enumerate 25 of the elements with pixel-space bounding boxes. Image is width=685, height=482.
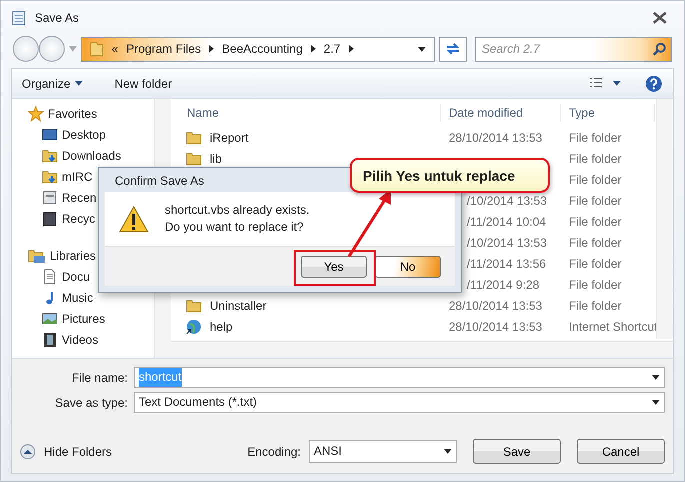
date-modified: /11/2014 13:56 bbox=[467, 256, 546, 270]
file-type: File folder bbox=[569, 236, 622, 250]
date-modified: /11/2014 9:28 bbox=[467, 278, 540, 292]
callout-note: Pilih Yes untuk replace bbox=[350, 158, 550, 193]
field-label: Save as type: bbox=[54, 394, 129, 412]
date-modified: /10/2014 13:53 bbox=[467, 236, 548, 250]
window-title: Save As bbox=[35, 10, 80, 26]
file-type: File folder bbox=[569, 130, 622, 144]
date-modified: 28/10/2014 13:53 bbox=[449, 130, 542, 144]
date-modified: 28/10/2014 13:53 bbox=[449, 320, 542, 334]
date-modified: 28/10/2014 13:53 bbox=[449, 298, 542, 312]
field-label: File name: bbox=[70, 370, 129, 386]
file-type: File folder bbox=[569, 172, 622, 186]
file-type: File folder bbox=[569, 256, 622, 270]
date-modified: /10/2014 13:53 bbox=[467, 194, 548, 208]
file-type: File folder bbox=[569, 278, 622, 292]
date-modified: /11/2014 10:04 bbox=[467, 214, 546, 228]
dialog-title: Confirm Save As bbox=[115, 174, 204, 188]
file-type: File folder bbox=[569, 214, 622, 228]
file-type: File folder bbox=[569, 152, 622, 166]
encoding-label: Encoding: bbox=[248, 444, 301, 460]
dialog-message: shortcut.vbs already exists. Do you want to replace it? bbox=[165, 202, 310, 236]
file-type: File folder bbox=[569, 298, 622, 312]
file-type: File folder bbox=[569, 194, 622, 208]
file-type: Internet Shortcut bbox=[569, 320, 658, 334]
